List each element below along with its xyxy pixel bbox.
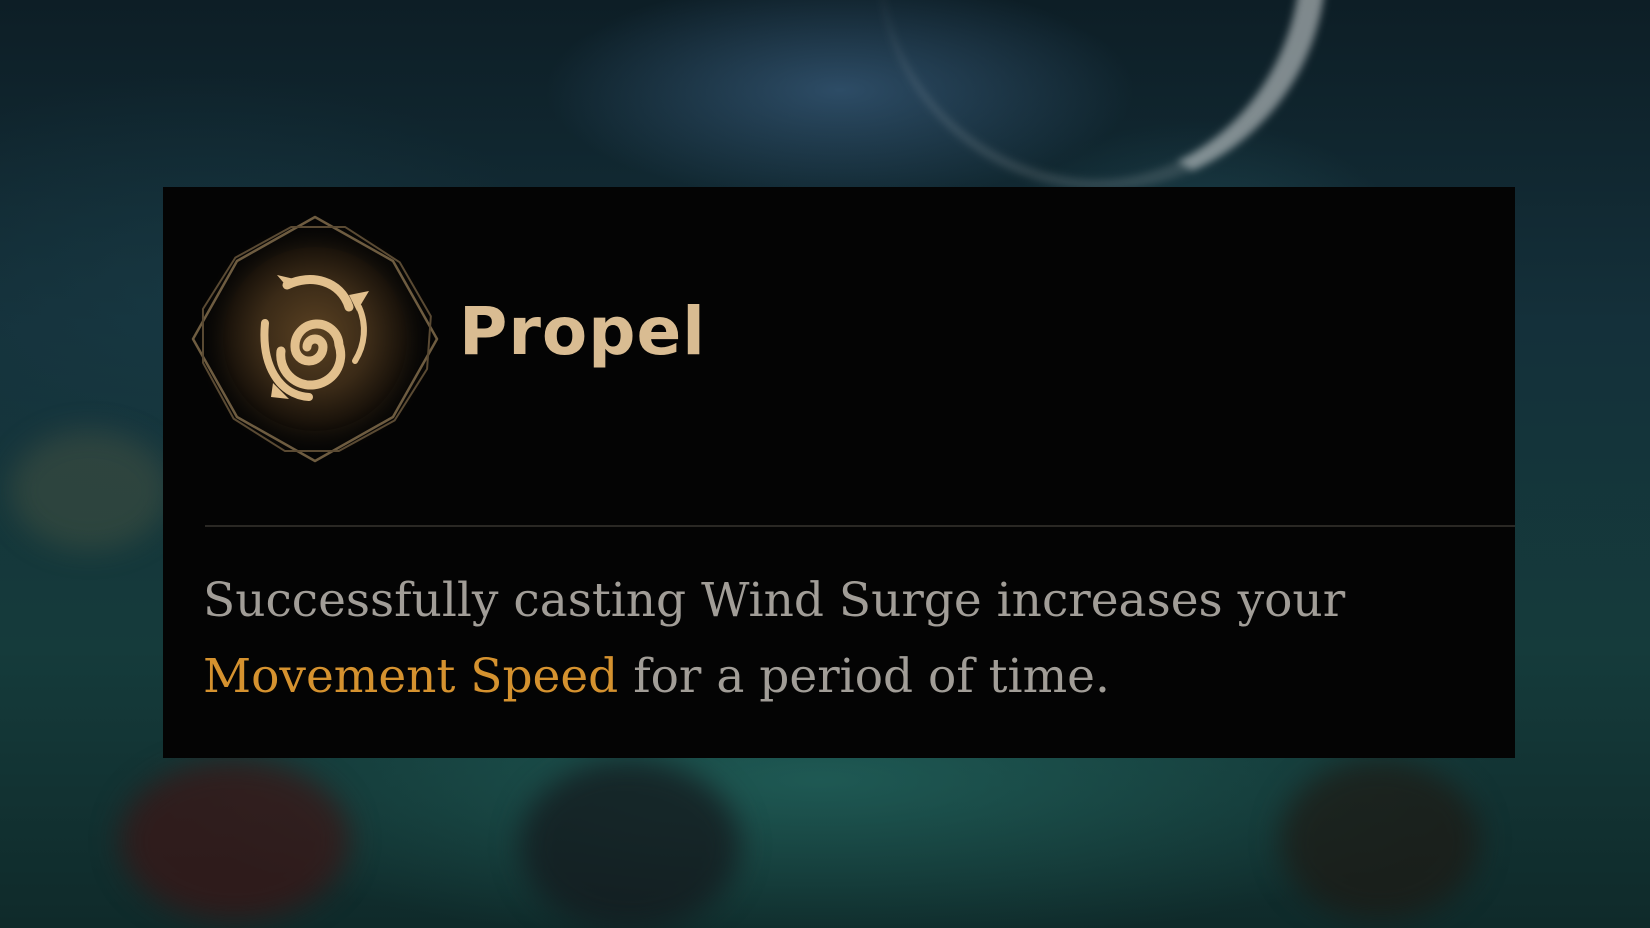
movement-speed-keyword: Movement Speed xyxy=(203,649,619,704)
ability-description: Successfully casting Wind Surge increase… xyxy=(203,563,1493,715)
background-glow-left xyxy=(10,430,170,550)
background-figure-center xyxy=(520,760,740,928)
ability-tooltip: Propel Successfully casting Wind Surge i… xyxy=(163,187,1515,758)
ability-title: Propel xyxy=(459,293,706,370)
divider xyxy=(205,525,1515,527)
background-figure-right xyxy=(1280,760,1480,920)
description-text: Successfully casting Wind Surge increase… xyxy=(203,573,1346,628)
background-figure-left xyxy=(120,760,350,920)
wind-swirl-icon xyxy=(191,215,439,463)
description-text-end: for a period of time. xyxy=(633,649,1110,704)
